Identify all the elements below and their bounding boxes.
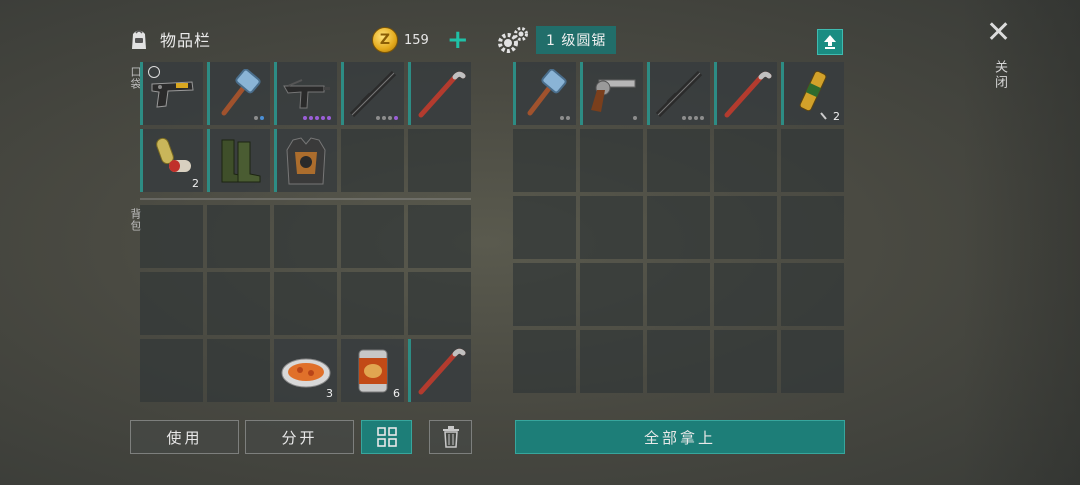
container-slot[interactable]: [580, 129, 643, 192]
shield-icon: [148, 66, 160, 78]
pocket-grid: 2: [140, 62, 471, 192]
backpack-slot-crowbar[interactable]: [408, 339, 471, 402]
backpack-slot[interactable]: [140, 272, 203, 335]
backpack-slot-cooked-food[interactable]: 3: [274, 339, 337, 402]
upload-arrow-icon: [824, 35, 836, 49]
backpack-slot[interactable]: [408, 205, 471, 268]
take-all-button[interactable]: 全部拿上: [515, 420, 845, 454]
backpack-slot[interactable]: [341, 205, 404, 268]
container-slot-crowbar[interactable]: [714, 62, 777, 125]
use-button[interactable]: 使用: [130, 420, 239, 454]
pocket-slot-uzi[interactable]: [274, 62, 337, 125]
quality-dots: [254, 116, 264, 120]
backpack-slot[interactable]: [274, 272, 337, 335]
backpack-slot[interactable]: [341, 272, 404, 335]
container-grid: 2: [513, 62, 844, 403]
backpack-slot[interactable]: [207, 339, 270, 402]
container-slot[interactable]: [580, 263, 643, 326]
backpack-slot[interactable]: [140, 205, 203, 268]
backpack-slot[interactable]: [207, 205, 270, 268]
container-slot[interactable]: [714, 196, 777, 259]
upgrade-button[interactable]: [817, 29, 843, 55]
container-slot-adrenaline-syringe[interactable]: 2: [781, 62, 844, 125]
right-edge-shade: [962, 0, 1080, 485]
quality-dots: [560, 116, 570, 120]
coin-icon: Z: [372, 27, 398, 53]
trash-button[interactable]: [429, 420, 472, 454]
close-icon[interactable]: ✕: [986, 18, 1011, 48]
item-count: 2: [833, 110, 840, 123]
item-count: 3: [326, 387, 333, 400]
quality-dots: [633, 116, 637, 120]
pocket-slot-rubber-boots[interactable]: [207, 129, 270, 192]
pocket-slot-armor-vest[interactable]: [274, 129, 337, 192]
currency-display: Z 159 +: [372, 27, 469, 53]
item-count: 2: [192, 177, 199, 190]
container-slot[interactable]: [781, 196, 844, 259]
pocket-slot-painkiller-pills[interactable]: 2: [140, 129, 203, 192]
backpack-icon: [132, 30, 146, 49]
add-coins-button[interactable]: +: [447, 27, 469, 53]
coin-count: 159: [404, 32, 429, 48]
container-slot[interactable]: [647, 129, 710, 192]
container-slot[interactable]: [781, 263, 844, 326]
close-label[interactable]: 关闭: [990, 60, 1009, 90]
backpack-slot-canned-food[interactable]: 6: [341, 339, 404, 402]
container-slot[interactable]: [580, 196, 643, 259]
backpack-slot[interactable]: [207, 272, 270, 335]
container-slot[interactable]: [513, 129, 576, 192]
pocket-slot[interactable]: [408, 129, 471, 192]
section-divider: [140, 198, 471, 200]
container-slot[interactable]: [513, 263, 576, 326]
item-count: 6: [393, 387, 400, 400]
container-slot-revolver[interactable]: [580, 62, 643, 125]
container-title: 1 级圆锯: [536, 26, 617, 54]
container-slot-assault-rifle[interactable]: [647, 62, 710, 125]
container-slot[interactable]: [714, 263, 777, 326]
container-slot[interactable]: [580, 330, 643, 393]
quality-dots: [682, 116, 704, 120]
container-slot[interactable]: [714, 129, 777, 192]
gears-icon: [498, 27, 528, 53]
split-button[interactable]: 分开: [245, 420, 354, 454]
quality-dots: [376, 116, 398, 120]
trash-icon: [442, 426, 459, 448]
backpack-slot[interactable]: [274, 205, 337, 268]
pocket-slot[interactable]: [341, 129, 404, 192]
container-slot[interactable]: [647, 263, 710, 326]
grid-view-icon: [376, 427, 397, 447]
inventory-header: 物品栏: [126, 26, 211, 52]
container-slot[interactable]: [647, 330, 710, 393]
container-slot[interactable]: [714, 330, 777, 393]
container-header: 1 级圆锯: [496, 25, 617, 55]
container-slot[interactable]: [513, 330, 576, 393]
pocket-slot-pistol[interactable]: [140, 62, 203, 125]
backpack-slot[interactable]: [140, 339, 203, 402]
container-slot[interactable]: [513, 196, 576, 259]
backpack-slot[interactable]: [408, 272, 471, 335]
backpack-grid: 36: [140, 205, 471, 402]
inventory-title: 物品栏: [160, 31, 212, 50]
container-slot[interactable]: [781, 330, 844, 393]
container-slot[interactable]: [647, 196, 710, 259]
pocket-slot-crowbar[interactable]: [408, 62, 471, 125]
pocket-slot-assault-rifle[interactable]: [341, 62, 404, 125]
pocket-slot-sledgehammer[interactable]: [207, 62, 270, 125]
quality-dots: [303, 116, 331, 120]
container-slot[interactable]: [781, 129, 844, 192]
sort-grid-button[interactable]: [361, 420, 412, 454]
container-slot-sledgehammer[interactable]: [513, 62, 576, 125]
